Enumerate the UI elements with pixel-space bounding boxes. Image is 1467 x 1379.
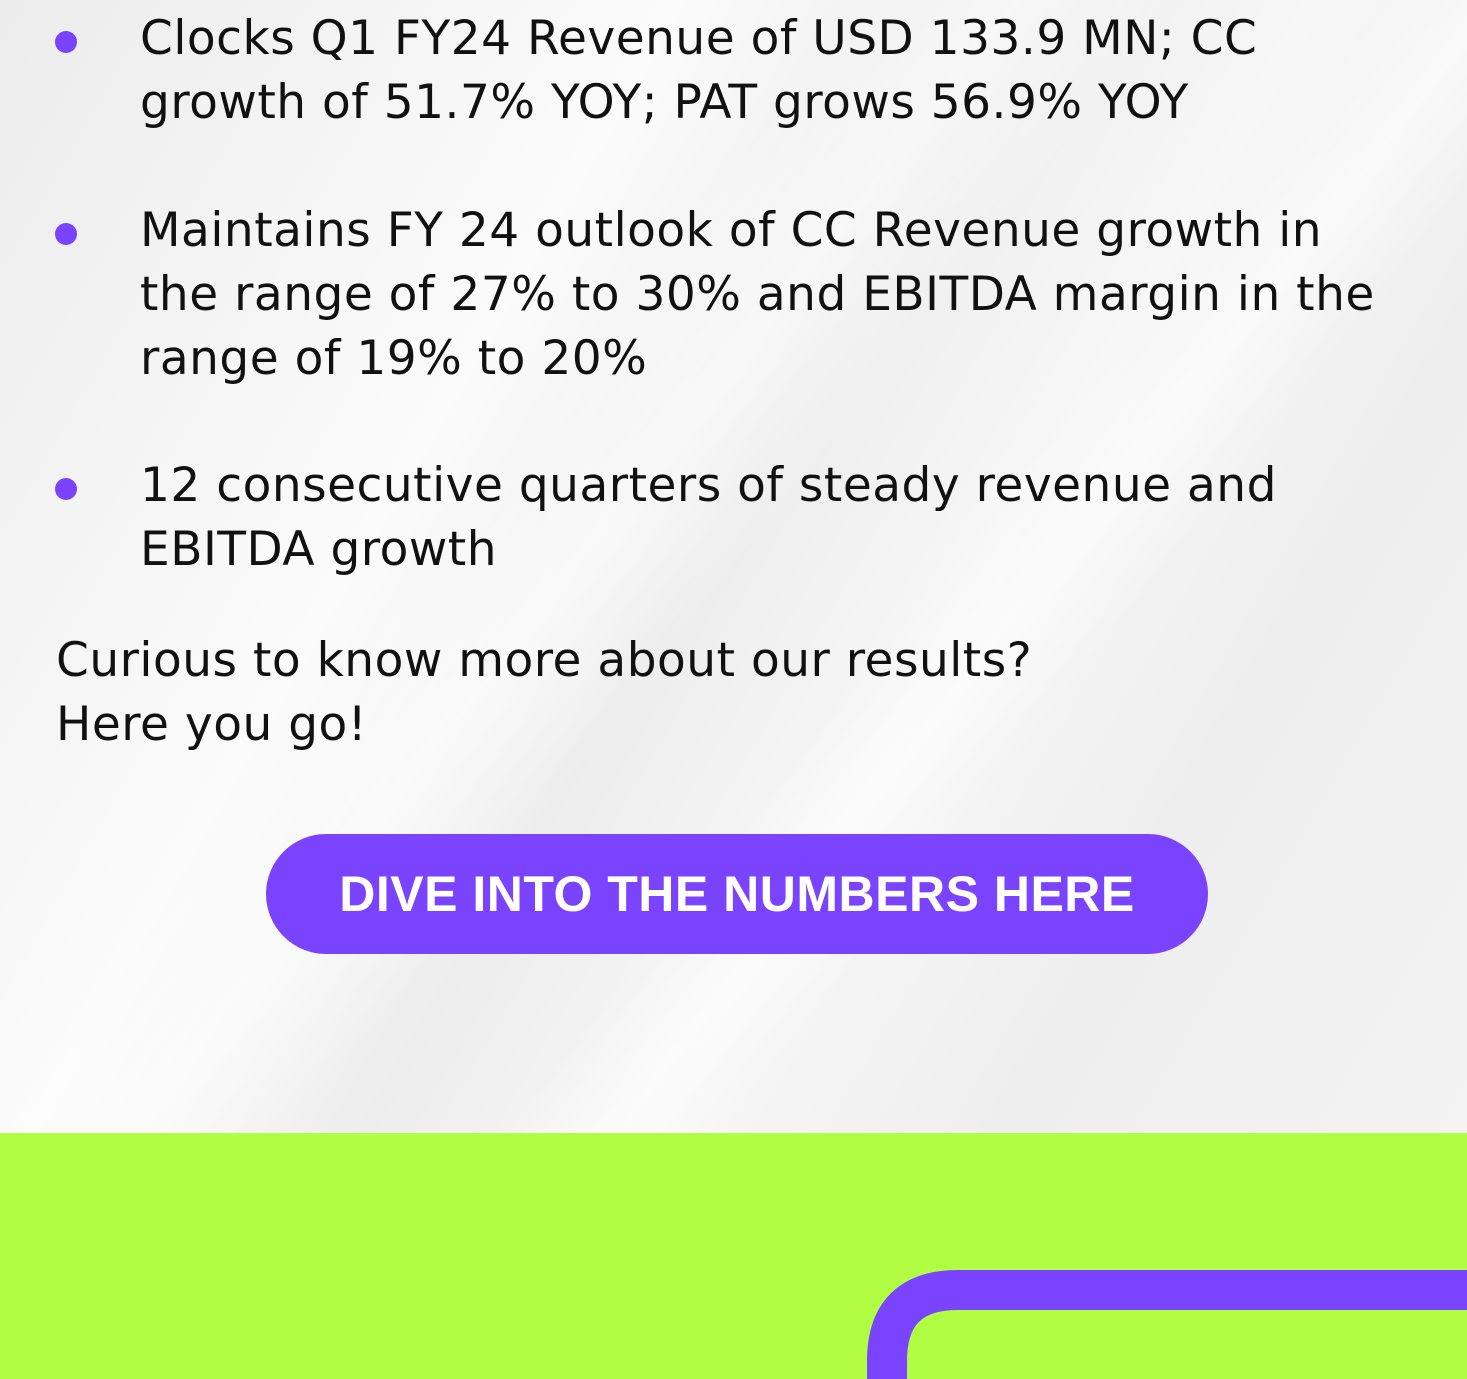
bullet-dot-icon bbox=[55, 223, 77, 245]
dive-into-numbers-button[interactable]: DIVE INTO THE NUMBERS HERE bbox=[266, 834, 1208, 954]
highlight-item: Maintains FY 24 outlook of CC Revenue gr… bbox=[55, 199, 1400, 391]
bullet-dot-icon bbox=[55, 31, 77, 53]
cta-line-1: Curious to know more about our results? bbox=[56, 633, 1033, 688]
highlight-item: Clocks Q1 FY24 Revenue of USD 133.9 MN; … bbox=[55, 7, 1400, 135]
highlight-text: 12 consecutive quarters of steady revenu… bbox=[140, 458, 1277, 577]
highlight-text: Clocks Q1 FY24 Revenue of USD 133.9 MN; … bbox=[140, 11, 1258, 130]
highlight-item: 12 consecutive quarters of steady revenu… bbox=[55, 454, 1400, 582]
cta-message: Curious to know more about our results? … bbox=[56, 629, 1356, 757]
footer-band bbox=[0, 1133, 1467, 1379]
content-panel: Clocks Q1 FY24 Revenue of USD 133.9 MN; … bbox=[0, 0, 1467, 1133]
highlight-text: Maintains FY 24 outlook of CC Revenue gr… bbox=[140, 203, 1375, 386]
cta-line-2: Here you go! bbox=[56, 697, 368, 752]
decorative-curve-icon bbox=[867, 1270, 1467, 1379]
bullet-dot-icon bbox=[55, 478, 77, 500]
